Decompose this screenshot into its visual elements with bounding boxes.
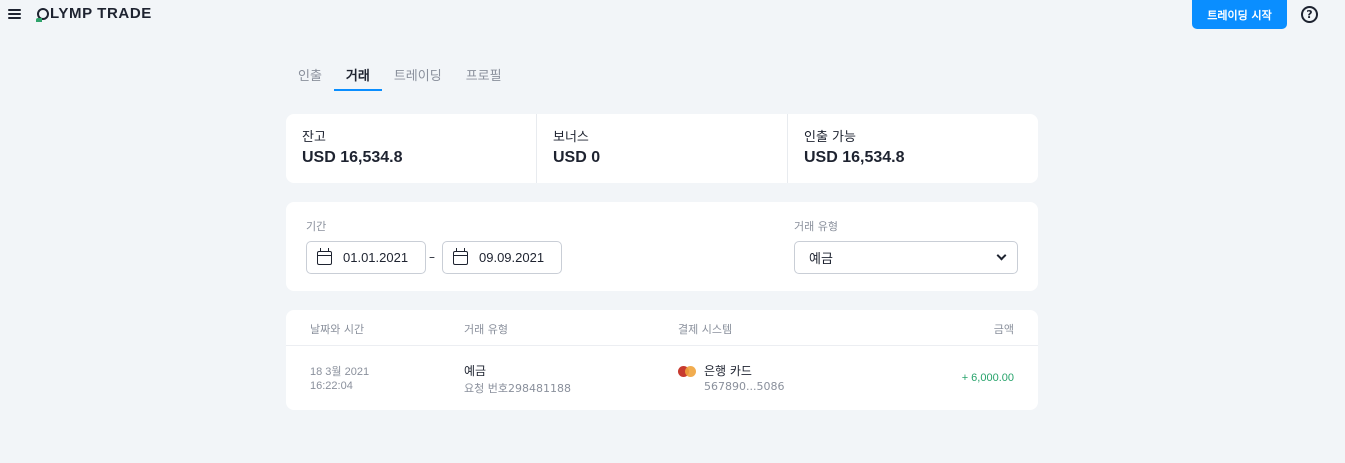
calendar-icon <box>453 247 468 265</box>
withdrawable-value: USD 16,534.8 <box>804 149 905 166</box>
tab-trading[interactable]: 트레이딩 <box>382 68 454 91</box>
menu-icon[interactable] <box>8 9 21 19</box>
row-type: 예금 <box>464 364 487 378</box>
balance-cell: 잔고 USD 16,534.8 <box>286 114 537 183</box>
top-bar: LYMP TRADE 트레이딩 시작 ? <box>0 0 1345 30</box>
table-row[interactable]: 18 3월 2021 16:22:04 예금 요청 번호298481188 은행… <box>286 346 1038 410</box>
withdrawable-cell: 인출 가능 USD 16,534.8 <box>788 114 1038 183</box>
withdrawable-label: 인출 가능 <box>804 130 856 145</box>
column-payment-system: 결제 시스템 <box>678 323 733 336</box>
column-date: 날짜와 시간 <box>310 323 365 336</box>
bank-card-icon <box>678 366 696 377</box>
row-amount: + 6,000.00 <box>961 372 1014 384</box>
row-payment-system: 은행 카드 <box>704 364 752 378</box>
row-card-number: 567890...5086 <box>704 380 785 393</box>
row-request-number: 요청 번호298481188 <box>464 382 571 395</box>
bonus-value: USD 0 <box>553 149 601 166</box>
help-icon[interactable]: ? <box>1301 6 1318 23</box>
logo-o-mark <box>36 7 49 22</box>
chevron-down-icon <box>996 250 1007 261</box>
account-tabs: 인출 거래 트레이딩 프로필 <box>286 68 514 92</box>
tab-withdrawal[interactable]: 인출 <box>286 68 334 91</box>
tab-profile[interactable]: 프로필 <box>454 68 514 91</box>
period-label: 기간 <box>306 220 327 233</box>
logo[interactable]: LYMP TRADE <box>36 5 152 22</box>
bonus-label: 보너스 <box>553 130 589 145</box>
transaction-type-select[interactable]: 예금 <box>794 241 1018 274</box>
date-to-input[interactable]: 09.09.2021 <box>442 241 562 274</box>
date-to-value: 09.09.2021 <box>479 250 545 265</box>
transactions-table: 날짜와 시간 거래 유형 결제 시스템 금액 18 3월 2021 16:22:… <box>286 310 1038 410</box>
bonus-cell: 보너스 USD 0 <box>537 114 788 183</box>
transaction-type-label: 거래 유형 <box>794 220 838 233</box>
date-from-value: 01.01.2021 <box>343 250 409 265</box>
date-separator: – <box>429 250 435 264</box>
balance-label: 잔고 <box>302 130 326 145</box>
balance-card: 잔고 USD 16,534.8 보너스 USD 0 인출 가능 USD 16,5… <box>286 114 1038 183</box>
balance-value: USD 16,534.8 <box>302 149 403 166</box>
transaction-type-value: 예금 <box>809 252 833 267</box>
filter-card: 기간 01.01.2021 – 09.09.2021 거래 유형 예금 <box>286 202 1038 291</box>
tab-transactions[interactable]: 거래 <box>333 68 382 91</box>
row-date: 18 3월 2021 <box>310 366 370 378</box>
calendar-icon <box>317 247 332 265</box>
column-amount: 금액 <box>993 323 1014 336</box>
start-trading-button[interactable]: 트레이딩 시작 <box>1192 0 1287 29</box>
column-type: 거래 유형 <box>464 323 508 336</box>
date-from-input[interactable]: 01.01.2021 <box>306 241 426 274</box>
logo-text: LYMP TRADE <box>50 5 152 22</box>
row-time: 16:22:04 <box>310 380 353 392</box>
table-header: 날짜와 시간 거래 유형 결제 시스템 금액 <box>286 310 1038 346</box>
